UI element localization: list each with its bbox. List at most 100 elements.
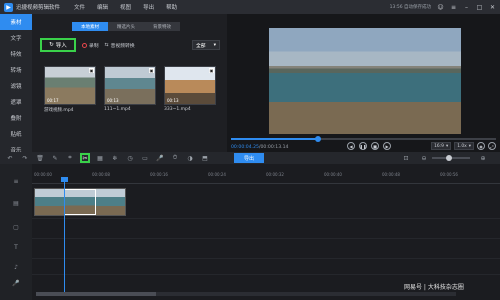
zoom-control: ⊡ ⊖ ⊕ xyxy=(396,152,488,164)
clip-segment-selected[interactable] xyxy=(64,189,96,215)
track-divider xyxy=(32,274,500,275)
fullscreen-icon[interactable]: ⤢ xyxy=(488,142,496,150)
chevron-down-icon: ▾ xyxy=(445,143,449,149)
filter-select[interactable]: 全部 ▾ xyxy=(192,40,220,50)
sidebar-item-mask[interactable]: 遮罩 xyxy=(0,94,32,110)
maximize-icon[interactable]: □ xyxy=(476,4,483,11)
media-item[interactable]: ▣ 00:13 111~1.mp4 xyxy=(104,66,156,113)
media-item[interactable]: ▣ 00:17 游戏视频.mp4 xyxy=(44,66,96,113)
menu-edit[interactable]: 编辑 xyxy=(97,3,108,11)
zoom-handle[interactable] xyxy=(446,155,452,161)
voice-track-icon: 🎤 xyxy=(12,279,20,287)
mic-icon[interactable]: 🎤 xyxy=(155,153,165,163)
mosaic-icon[interactable]: ▦ xyxy=(95,153,105,163)
timeline-ruler[interactable]: 00:00:00 00:00:08 00:00:16 00:00:24 00:0… xyxy=(32,172,500,184)
split-scissors-icon[interactable]: ✂ xyxy=(80,153,90,163)
clip-segment[interactable] xyxy=(35,189,65,215)
clip-segment[interactable] xyxy=(95,189,125,215)
stop-icon[interactable]: ■ xyxy=(371,142,379,150)
tab-background-effects[interactable]: 背景特效 xyxy=(144,22,180,31)
minimize-icon[interactable]: – xyxy=(463,4,470,11)
crop-icon[interactable]: ⌗ xyxy=(65,153,75,163)
undo-icon[interactable]: ↶ xyxy=(5,153,15,163)
thumbnail-name: 游戏视频.mp4 xyxy=(44,108,74,113)
delete-icon[interactable]: 🗑 xyxy=(35,153,45,163)
track-divider xyxy=(32,258,500,259)
app-logo-icon: ▶ xyxy=(4,2,13,12)
filter-icon[interactable]: ◑ xyxy=(185,153,195,163)
sidebar-item-text[interactable]: 文字 xyxy=(0,30,32,46)
file-type-icon: ▣ xyxy=(89,68,94,73)
fit-icon[interactable]: ⊡ xyxy=(401,153,411,163)
app-title: 迅捷视频剪辑软件 xyxy=(16,5,61,11)
import-icon: ↻ xyxy=(49,42,54,48)
sidebar-item-transition[interactable]: 转场 xyxy=(0,62,32,78)
menu-export[interactable]: 导出 xyxy=(143,3,154,11)
convert-label: 音视频转换 xyxy=(110,43,135,49)
video-preview xyxy=(269,28,461,134)
sidebar-item-material[interactable]: 素材 xyxy=(0,14,32,30)
add-track-icon[interactable]: ≡ xyxy=(8,176,24,186)
export-button[interactable]: 导出 xyxy=(234,153,264,163)
next-frame-icon[interactable]: ▶ xyxy=(383,142,391,150)
thumbnail-duration: 00:13 xyxy=(167,98,179,103)
playhead-handle[interactable] xyxy=(61,177,68,182)
ruler-label: 00:00:08 xyxy=(92,172,110,177)
tab-local-material[interactable]: 本地素材 xyxy=(72,22,108,31)
zoom-in-icon[interactable]: ⊕ xyxy=(478,153,488,163)
ruler-label: 00:00:32 xyxy=(266,172,284,177)
file-type-icon: ▣ xyxy=(209,68,214,73)
scrollbar-thumb[interactable] xyxy=(36,292,156,296)
menu-icon[interactable]: ≡ xyxy=(450,4,457,11)
redo-icon[interactable]: ↷ xyxy=(20,153,30,163)
chevron-down-icon: ▾ xyxy=(468,143,471,149)
menu-help[interactable]: 帮助 xyxy=(166,3,177,11)
aspect-select[interactable]: 16:9 ▾ xyxy=(431,142,452,150)
progress-fill xyxy=(231,138,319,140)
speed-icon[interactable]: ◷ xyxy=(125,153,135,163)
record-button[interactable]: 录制 xyxy=(82,42,99,49)
tab-intro[interactable]: 精选片头 xyxy=(108,22,144,31)
media-tabs: 本地素材 精选片头 背景特效 xyxy=(72,22,180,31)
menu-bar: 文件 编辑 视图 导出 帮助 xyxy=(74,3,177,11)
user-icon[interactable]: ☺ xyxy=(437,4,444,11)
zoom-slider[interactable] xyxy=(432,155,470,161)
timeline: ≡ ▤ ▢ T ♪ 🎤 00:00:00 00:00:08 00:00:16 0… xyxy=(0,164,500,300)
thumbnail-image: ▣ 00:13 xyxy=(164,66,216,105)
import-button[interactable]: ↻ 导入 xyxy=(40,38,76,52)
sidebar-item-effects[interactable]: 特效 xyxy=(0,46,32,62)
media-toolbar: ↻ 导入 录制 ⇆ 音视频转换 全部 ▾ xyxy=(40,38,226,52)
text-track-icon: T xyxy=(14,243,18,251)
thumbnail-image: ▣ 00:13 xyxy=(104,66,156,105)
playhead[interactable] xyxy=(61,177,68,292)
convert-button[interactable]: ⇆ 音视频转换 xyxy=(105,42,135,49)
sidebar-item-overlay[interactable]: 叠附 xyxy=(0,110,32,126)
menu-file[interactable]: 文件 xyxy=(74,3,85,11)
media-item[interactable]: ▣ 00:13 333~1.mp4 xyxy=(164,66,216,113)
track-headers: ≡ ▤ ▢ T ♪ 🎤 xyxy=(0,164,32,300)
timeline-clip[interactable] xyxy=(34,188,126,216)
pause-icon[interactable]: ❚❚ xyxy=(359,142,367,150)
edit-icon[interactable]: ✎ xyxy=(50,153,60,163)
media-panel: 本地素材 精选片头 背景特效 ↻ 导入 录制 ⇆ 音视频转换 全部 ▾ ▣ 00… xyxy=(32,14,226,150)
subtitle-icon[interactable]: ▭ xyxy=(140,153,150,163)
playback-progress[interactable] xyxy=(231,136,496,142)
freeze-icon[interactable]: ❄ xyxy=(110,153,120,163)
menu-view[interactable]: 视图 xyxy=(120,3,131,11)
speed-select[interactable]: 1.0x ▾ xyxy=(454,142,474,150)
prev-frame-icon[interactable]: ◀ xyxy=(347,142,355,150)
edit-toolbar: ↶ ↷ 🗑 ✎ ⌗ ✂ ▦ ❄ ◷ ▭ 🎤 ⏱ ◑ ⬒ 导出 ⊡ ⊖ ⊕ xyxy=(0,152,500,164)
progress-handle[interactable] xyxy=(315,136,322,142)
camera-icon[interactable]: ◉ xyxy=(477,142,485,150)
ruler-label: 00:00:56 xyxy=(440,172,458,177)
timeline-scrollbar[interactable] xyxy=(36,292,456,296)
timer-icon[interactable]: ⏱ xyxy=(170,153,180,163)
zoom-out-icon[interactable]: ⊖ xyxy=(419,153,429,163)
tag-icon[interactable]: ⬒ xyxy=(200,153,210,163)
sidebar-item-filter[interactable]: 滤镜 xyxy=(0,78,32,94)
record-icon xyxy=(82,42,87,48)
sidebar-item-sticker[interactable]: 贴纸 xyxy=(0,126,32,142)
layer-track-icon: ▢ xyxy=(13,223,19,231)
filter-value: 全部 xyxy=(196,43,206,49)
close-icon[interactable]: ✕ xyxy=(489,4,496,11)
